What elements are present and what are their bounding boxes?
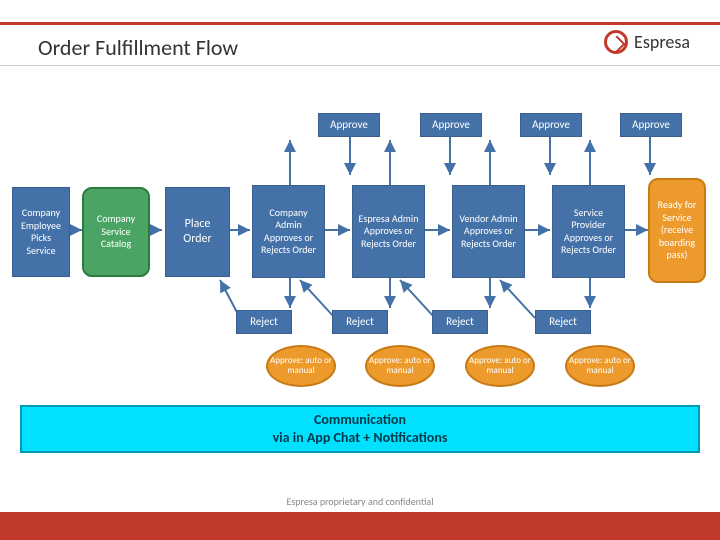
brand-logo: Espresa (604, 30, 690, 54)
node-company-admin: Company Admin Approves or Rejects Order (252, 185, 325, 278)
reject-badge-1: Reject (236, 310, 292, 334)
approve-badge-4: Approve (620, 113, 682, 137)
oval-approve-mode-3: Approve: auto or manual (465, 345, 535, 387)
top-accent-bar (0, 22, 720, 25)
node-ready-for-service: Ready for Service (receive boarding pass… (648, 178, 706, 283)
node-service-catalog: Company Service Catalog (82, 187, 150, 277)
reject-badge-2: Reject (332, 310, 388, 334)
node-employee-picks: Company Employee Picks Service (12, 187, 70, 277)
node-place-order: Place Order (165, 187, 230, 277)
logo-icon (604, 30, 628, 54)
communication-bar: Communication via in App Chat + Notifica… (20, 405, 700, 453)
comm-line1: Communication (314, 411, 406, 429)
approve-badge-2: Approve (420, 113, 482, 137)
oval-approve-mode-1: Approve: auto or manual (266, 345, 336, 387)
page-title: Order Fulfillment Flow (38, 34, 238, 61)
approve-badge-1: Approve (318, 113, 380, 137)
footer-text: Espresa proprietary and confidential (0, 495, 720, 508)
approve-badge-3: Approve (520, 113, 582, 137)
oval-approve-mode-4: Approve: auto or manual (565, 345, 635, 387)
oval-approve-mode-2: Approve: auto or manual (365, 345, 435, 387)
node-espresa-admin: Espresa Admin Approves or Rejects Order (352, 185, 425, 278)
footer-accent-bar (0, 512, 720, 540)
node-vendor-admin: Vendor Admin Approves or Rejects Order (452, 185, 525, 278)
comm-line2: via in App Chat + Notifications (273, 429, 448, 447)
logo-text: Espresa (634, 31, 690, 53)
node-service-provider: Service Provider Approves or Rejects Ord… (552, 185, 625, 278)
reject-badge-3: Reject (432, 310, 488, 334)
reject-badge-4: Reject (535, 310, 591, 334)
header-divider (0, 65, 720, 66)
